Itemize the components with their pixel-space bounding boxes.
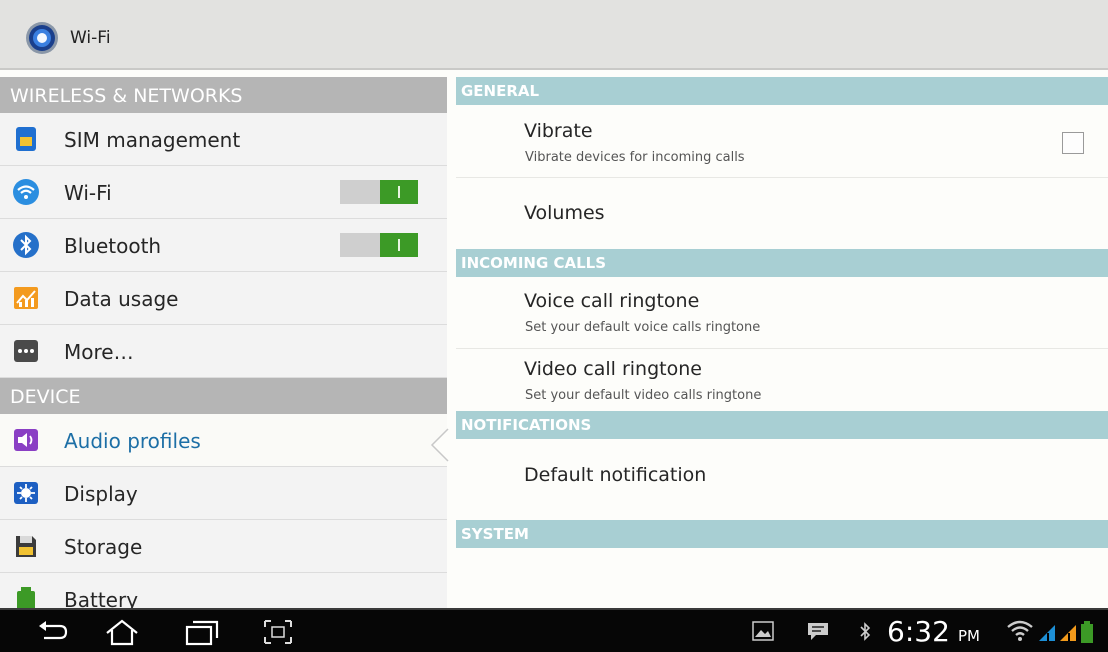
bluetooth-icon [13,232,39,258]
section-header-general: GENERAL [456,77,1108,105]
sidebar-item-label: Audio profiles [64,429,201,453]
sidebar-item-label: Battery [64,588,139,608]
video-call-ringtone-setting[interactable]: Video call ringtone Set your default vid… [456,349,1108,411]
setting-subtitle: Vibrate devices for incoming calls [525,150,745,165]
setting-title: Default notification [524,464,707,486]
clock-ampm: PM [958,627,980,645]
toggle-on-indicator [380,180,418,204]
gallery-notification-icon[interactable] [752,621,774,641]
system-bar: 6:32 PM [0,608,1108,652]
sidebar-item-display[interactable]: Display [0,467,447,520]
section-header-notifications: NOTIFICATIONS [456,411,1108,439]
settings-category-list[interactable]: WIRELESS & NETWORKS SIM management Wi-Fi… [0,77,447,608]
storage-icon [16,536,36,557]
sidebar-item-label: Data usage [64,287,179,311]
sidebar-item-sim-management[interactable]: SIM management [0,113,447,166]
cell-signal-sim1-icon [1039,625,1055,641]
section-header-incoming-calls: INCOMING CALLS [456,249,1108,277]
section-header-device: DEVICE [0,378,447,414]
voice-call-ringtone-setting[interactable]: Voice call ringtone Set your default voi… [456,278,1108,349]
sim-card-icon [16,127,36,151]
screenshot-icon[interactable] [262,618,294,646]
sidebar-item-battery[interactable]: Battery [0,573,447,608]
cell-signal-sim2-icon [1060,625,1076,641]
setting-title: Vibrate [524,120,593,142]
action-bar: Wi-Fi [0,0,1108,70]
setting-subtitle: Set your default video calls ringtone [525,388,762,403]
battery-status-icon [1081,621,1093,643]
vibrate-checkbox[interactable] [1062,132,1084,154]
audio-profile-settings[interactable]: GENERAL Vibrate Vibrate devices for inco… [456,77,1108,608]
sidebar-item-label: Wi-Fi [64,181,112,205]
setting-subtitle: Set your default voice calls ringtone [525,320,761,335]
battery-icon [17,587,35,608]
sidebar-item-label: Display [64,482,138,506]
speaker-icon [14,429,38,451]
wifi-icon [13,179,39,205]
vibrate-setting[interactable]: Vibrate Vibrate devices for incoming cal… [456,106,1108,178]
setting-title: Video call ringtone [524,358,702,380]
sidebar-item-audio-profiles[interactable]: Audio profiles [0,414,447,467]
page-title: Wi-Fi [70,28,111,48]
sidebar-item-label: Bluetooth [64,234,162,258]
setting-title: Voice call ringtone [524,290,700,312]
settings-gear-icon[interactable] [24,20,60,56]
wifi-signal-icon [1007,620,1033,641]
volumes-setting[interactable]: Volumes [456,178,1108,249]
more-dots-icon [14,340,38,362]
section-header-wireless: WIRELESS & NETWORKS [0,77,447,113]
setting-title: Volumes [524,202,605,224]
sidebar-item-wifi[interactable]: Wi-Fi [0,166,447,219]
data-usage-icon [14,287,38,309]
recent-apps-icon[interactable] [184,618,220,646]
sidebar-item-label: Storage [64,535,143,559]
message-notification-icon[interactable] [806,621,830,641]
clock-time[interactable]: 6:32 [887,615,950,648]
sidebar-item-label: More… [64,340,134,364]
selected-item-indicator [430,428,449,462]
bluetooth-status-icon [860,622,871,641]
brightness-icon [14,482,38,504]
back-icon[interactable] [36,618,70,646]
home-icon[interactable] [104,618,140,646]
default-notification-setting[interactable]: Default notification [456,440,1108,520]
sidebar-item-bluetooth[interactable]: Bluetooth [0,219,447,272]
sidebar-item-data-usage[interactable]: Data usage [0,272,447,325]
sidebar-item-more[interactable]: More… [0,325,447,378]
toggle-on-indicator [380,233,418,257]
wifi-toggle[interactable] [340,180,418,204]
sidebar-item-label: SIM management [64,128,241,152]
section-header-system: SYSTEM [456,520,1108,548]
bluetooth-toggle[interactable] [340,233,418,257]
sidebar-item-storage[interactable]: Storage [0,520,447,573]
